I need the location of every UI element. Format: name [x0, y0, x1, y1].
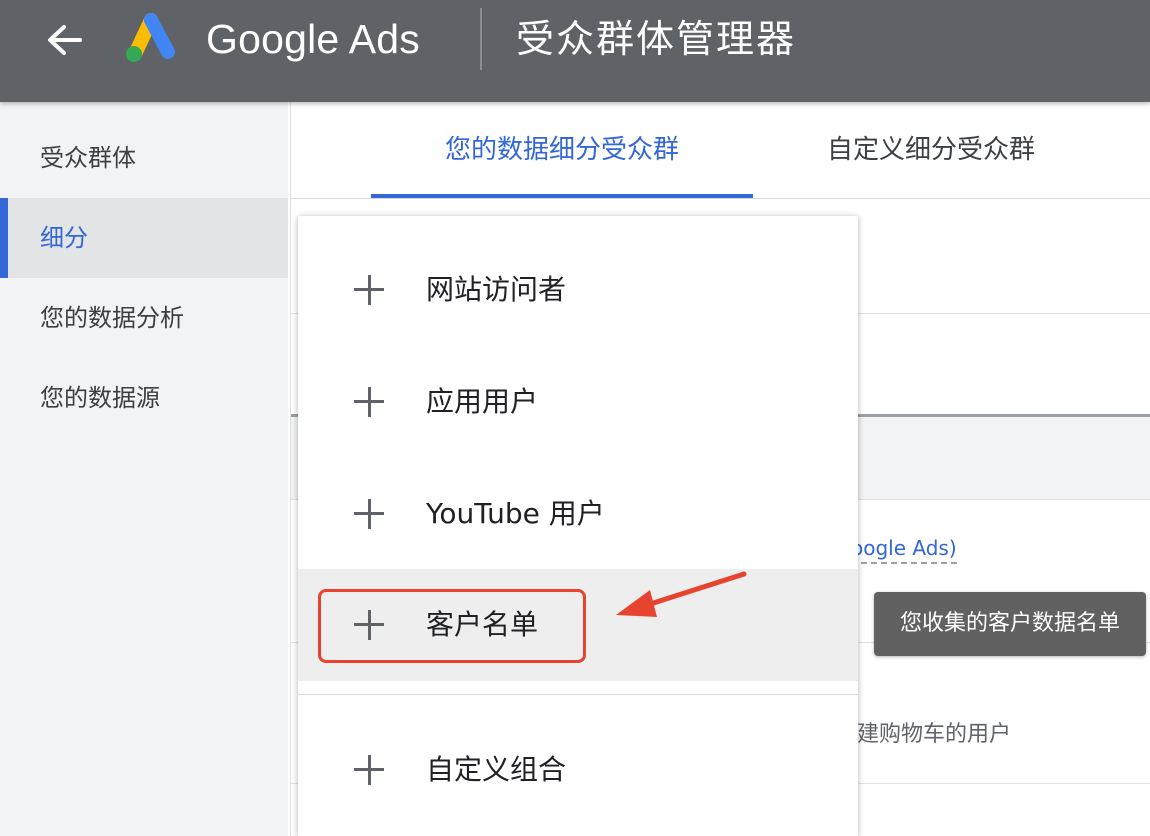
- sidebar-item-segments[interactable]: 细分: [0, 198, 288, 278]
- plus-icon: [354, 755, 384, 785]
- tabs-divider: [291, 198, 1150, 199]
- sidebar-item-label: 细分: [40, 224, 88, 252]
- menu-item-custom-combination[interactable]: 自定义组合: [298, 714, 858, 826]
- header-divider: [480, 8, 482, 70]
- plus-icon: [354, 499, 384, 529]
- sidebar-item-audiences[interactable]: 受众群体: [0, 118, 288, 198]
- new-segment-menu: 网站访问者 应用用户 YouTube 用户 客户名单 自定义组合: [298, 216, 858, 836]
- annotation-arrow-icon: [616, 571, 747, 617]
- sidebar-nav: 受众群体 细分 您的数据分析 您的数据源: [0, 102, 288, 836]
- back-button[interactable]: [40, 18, 88, 62]
- menu-item-app-users[interactable]: 应用用户: [298, 346, 858, 458]
- tab-your-data-segments[interactable]: 您的数据细分受众群: [371, 102, 753, 198]
- google-ads-wordmark: Google Ads: [206, 16, 420, 62]
- sidebar-item-label: 您的数据分析: [40, 304, 184, 332]
- menu-item-label: 应用用户: [426, 385, 539, 418]
- sidebar-item-data-insights[interactable]: 您的数据分析: [0, 278, 288, 358]
- sidebar-item-label: 您的数据源: [40, 384, 160, 412]
- menu-divider: [298, 694, 858, 695]
- google-ads-logo-icon: [126, 13, 175, 62]
- page-title: 受众群体管理器: [516, 17, 797, 61]
- menu-item-youtube-users[interactable]: YouTube 用户: [298, 458, 858, 570]
- plus-icon: [354, 387, 384, 417]
- menu-item-label: 网站访问者: [426, 273, 567, 306]
- customer-list-tooltip: 您收集的客户数据名单: [874, 592, 1146, 656]
- menu-item-website-visitors[interactable]: 网站访问者: [298, 234, 858, 346]
- sidebar-item-data-sources[interactable]: 您的数据源: [0, 358, 288, 438]
- tab-custom-segments[interactable]: 自定义细分受众群: [753, 102, 1109, 198]
- sidebar-item-label: 受众群体: [40, 144, 136, 172]
- segment-description-partial: 建购物车的用户: [857, 722, 1012, 747]
- menu-item-label: 自定义组合: [426, 753, 567, 786]
- plus-icon: [354, 275, 384, 305]
- arrow-left-icon: [48, 25, 82, 55]
- segment-link-partial[interactable]: oogle Ads): [851, 536, 957, 564]
- annotation-highlight-box: [318, 589, 586, 663]
- active-indicator: [0, 198, 8, 278]
- top-app-bar: Google Ads 受众群体管理器: [0, 0, 1150, 102]
- menu-item-label: YouTube 用户: [426, 497, 605, 530]
